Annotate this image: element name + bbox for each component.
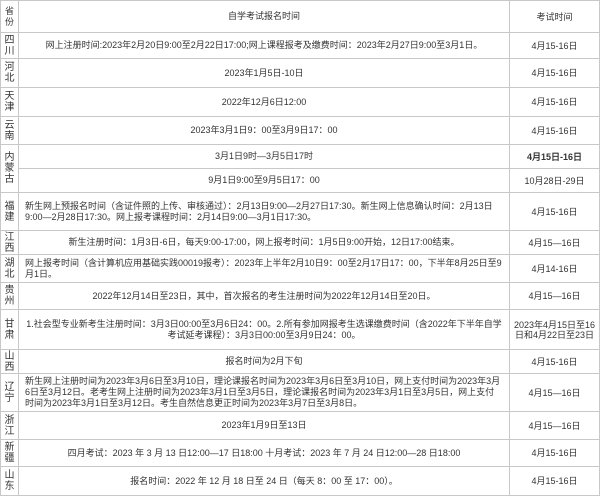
registration-cell: 新生网上注册时间为2023年3月6日至3月10日，理论课报名时间为2023年3月…	[18, 373, 510, 412]
registration-cell: 新生注册时间：1月3日-6日，每天9:00-17:00，网上报考时间：1月5日9…	[18, 230, 510, 255]
province-cell: 贵州	[0, 282, 19, 310]
province-cell: 新疆	[0, 439, 19, 467]
registration-cell: 2023年1月5日-10日	[18, 58, 510, 88]
registration-cell: 2022年12月14日至23日，其中，首次报名的考生注册时间为2022年12月1…	[18, 282, 510, 310]
province-cell: 内蒙古	[0, 144, 19, 193]
header-province: 省份	[0, 0, 19, 33]
exam-cell: 4月15—16日	[509, 230, 600, 255]
registration-cell: 2023年1月9日至13日	[18, 411, 510, 440]
table-row: 浙江 2023年1月9日至13日 4月15—16日	[0, 411, 600, 440]
registration-cell: 2022年12月6日12:00	[18, 87, 510, 117]
province-cell: 河北	[0, 58, 19, 88]
exam-cell: 4月15—16日	[509, 282, 600, 310]
exam-cell: 4月15-16日	[509, 116, 600, 145]
registration-cell: 新生网上预报名时间（含证件照的上传、审核通过）：2月13日9:00—2月27日1…	[18, 192, 510, 231]
registration-cell: 网上注册时间:2023年2月20日9:00至2月22日17:00;网上课程报考及…	[18, 32, 510, 59]
table-row: 甘肃 1.社会型专业新考生注册时间：3月3日00:00至3月6日24：00。2.…	[0, 309, 600, 350]
province-cell: 浙江	[0, 411, 19, 440]
registration-cell: 报名时间为2月下旬	[18, 349, 510, 374]
province-cell: 天津	[0, 87, 19, 117]
exam-schedule-table: 省份 自学考试报名时间 考试时间 四川 网上注册时间:2023年2月20日9:0…	[0, 0, 600, 496]
table-row: 江西 新生注册时间：1月3日-6日，每天9:00-17:00，网上报考时间：1月…	[0, 230, 600, 255]
table-row: 贵州 2022年12月14日至23日，其中，首次报名的考生注册时间为2022年1…	[0, 282, 600, 310]
table-row: 四川 网上注册时间:2023年2月20日9:00至2月22日17:00;网上课程…	[0, 32, 600, 59]
table-row: 山东 报名时间：2022 年 12 月 18 日至 24 日（每天 8：00 至…	[0, 466, 600, 496]
exam-cell: 4月15-16日	[509, 439, 600, 467]
table-row: 内蒙古 3月1日9时—3月5日17时 4月15日-16日	[0, 144, 600, 193]
registration-cell: 2023年3月1日9：00至3月9日17：00	[18, 116, 510, 145]
exam-cell: 4月15—16日	[509, 373, 600, 412]
province-cell: 山东	[0, 466, 19, 496]
exam-cell: 4月15-16日	[509, 87, 600, 117]
table-row: 河北 2023年1月5日-10日 4月15-16日	[0, 58, 600, 88]
province-cell: 云南	[0, 116, 19, 145]
province-cell: 湖北	[0, 254, 19, 283]
exam-cell: 4月15-16日	[509, 192, 600, 231]
header-exam: 考试时间	[509, 0, 600, 33]
province-cell: 江西	[0, 230, 19, 255]
table-row: 云南 2023年3月1日9：00至3月9日17：00 4月15-16日	[0, 116, 600, 145]
table-row: 湖北 网上报考时间（含计算机应用基础实践00019报考）：2023年上半年2月1…	[0, 254, 600, 283]
registration-cell: 1.社会型专业新考生注册时间：3月3日00:00至3月6日24：00。2.所有参…	[18, 309, 510, 350]
exam-cell: 4月15-16日	[509, 466, 600, 496]
province-cell: 福建	[0, 192, 19, 231]
province-cell: 山西	[0, 349, 19, 374]
table-row: 9月1日9:00至9月5日17：00 10月28日-29日	[1, 168, 600, 193]
province-cell: 甘肃	[0, 309, 19, 350]
exam-cell: 4月15日-16日	[509, 144, 600, 169]
table-row: 新疆 四月考试：2023 年 3 月 13 日12:00—17 日18:00 十…	[0, 439, 600, 467]
registration-cell: 四月考试：2023 年 3 月 13 日12:00—17 日18:00 十月考试…	[18, 439, 510, 467]
table-header-row: 省份 自学考试报名时间 考试时间	[0, 0, 600, 33]
registration-cell: 3月1日9时—3月5日17时	[18, 144, 510, 169]
exam-cell: 2023年4月15日至16日和4月22日至23日	[509, 309, 600, 350]
province-cell: 四川	[0, 32, 19, 59]
table-row: 福建 新生网上预报名时间（含证件照的上传、审核通过）：2月13日9:00—2月2…	[0, 192, 600, 231]
registration-cell: 报名时间：2022 年 12 月 18 日至 24 日（每天 8：00 至 17…	[18, 466, 510, 496]
exam-cell: 4月15—16日	[509, 411, 600, 440]
exam-cell: 4月14-16日	[509, 254, 600, 283]
province-cell: 辽宁	[0, 373, 19, 412]
table-row: 天津 2022年12月6日12:00 4月15-16日	[0, 87, 600, 117]
table-row: 辽宁 新生网上注册时间为2023年3月6日至3月10日，理论课报名时间为2023…	[0, 373, 600, 412]
exam-cell: 4月15-16日	[509, 349, 600, 374]
exam-cell: 4月15-16日	[509, 32, 600, 59]
table-row: 山西 报名时间为2月下旬 4月15-16日	[0, 349, 600, 374]
registration-cell: 9月1日9:00至9月5日17：00	[18, 168, 510, 193]
registration-cell: 网上报考时间（含计算机应用基础实践00019报考）：2023年上半年2月10日9…	[18, 254, 510, 283]
header-registration: 自学考试报名时间	[18, 0, 510, 33]
exam-cell: 4月15-16日	[509, 58, 600, 88]
exam-cell: 10月28日-29日	[509, 168, 600, 193]
